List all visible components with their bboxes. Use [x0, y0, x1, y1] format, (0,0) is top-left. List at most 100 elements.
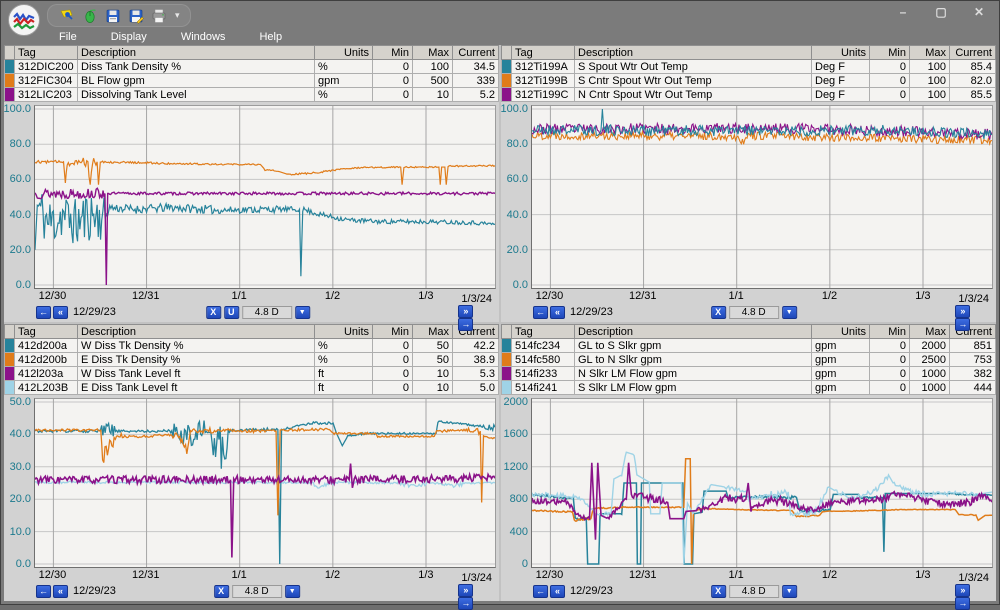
axis-x-button[interactable]: X — [214, 585, 229, 598]
column-header-description[interactable]: Description — [575, 46, 812, 60]
column-header-current[interactable]: Current — [453, 46, 499, 60]
table-row[interactable]: 312DIC200Diss Tank Density %%010034.5 — [5, 60, 499, 74]
column-header-min[interactable]: Min — [373, 325, 413, 339]
page-left-button[interactable]: « — [550, 585, 565, 598]
scroll-right-button[interactable]: → — [458, 318, 473, 331]
table-row[interactable]: 312Ti199BS Cntr Spout Wtr Out TempDeg F0… — [502, 74, 996, 88]
column-header-units[interactable]: Units — [315, 46, 373, 60]
page-left-button[interactable]: « — [550, 306, 565, 319]
table-row[interactable]: 312LIC203Dissolving Tank Level%0105.2 — [5, 88, 499, 102]
menu-item-display[interactable]: Display — [111, 31, 147, 43]
desc-cell: GL to N Slkr gpm — [575, 353, 812, 367]
x-tick-label: 12/31 — [132, 569, 160, 581]
toolbar-overflow-icon[interactable]: ▾ — [175, 10, 180, 21]
duration-dropdown-button[interactable]: ▼ — [285, 585, 300, 598]
annotate-icon[interactable] — [58, 7, 75, 24]
table-row[interactable]: 514fc234GL to S Slkr gpmgpm02000851 — [502, 339, 996, 353]
table-row[interactable]: 312Ti199CN Cntr Spout Wtr Out TempDeg F0… — [502, 88, 996, 102]
save-icon[interactable] — [104, 7, 121, 24]
duration-dropdown-button[interactable]: ▼ — [782, 585, 797, 598]
axis-x-button[interactable]: X — [711, 306, 726, 319]
table-row[interactable]: 312FIC304BL Flow gpmgpm0500339 — [5, 74, 499, 88]
start-date-label: 12/29/23 — [73, 306, 116, 318]
table-row[interactable]: 514fi233N Slkr LM Flow gpmgpm01000382 — [502, 367, 996, 381]
table-row[interactable]: 412d200aW Diss Tk Density %%05042.2 — [5, 339, 499, 353]
column-header-description[interactable]: Description — [575, 325, 812, 339]
scroll-right-button[interactable]: → — [955, 318, 970, 331]
time-controls: ←«12/29/23XU4.8 D▼1/3/24»→ — [4, 303, 499, 322]
menu-item-windows[interactable]: Windows — [181, 31, 226, 43]
x-tick-label: 1/1 — [728, 569, 743, 581]
column-header-current[interactable]: Current — [950, 46, 996, 60]
units-cell: % — [315, 353, 373, 367]
minimize-button[interactable]: – — [895, 5, 911, 19]
trend-plot[interactable] — [34, 398, 496, 568]
y-tick-label: 20.0 — [10, 244, 31, 256]
save-as-icon[interactable] — [127, 7, 144, 24]
duration-dropdown-button[interactable]: ▼ — [782, 306, 797, 319]
axis-x-button[interactable]: X — [711, 585, 726, 598]
axis-u-button[interactable]: U — [224, 306, 239, 319]
trend-plot[interactable] — [531, 105, 993, 289]
column-header-min[interactable]: Min — [870, 325, 910, 339]
page-left-button[interactable]: « — [53, 585, 68, 598]
scroll-right-button[interactable]: → — [955, 597, 970, 610]
y-tick-label: 40.0 — [10, 209, 31, 221]
min-cell: 0 — [870, 381, 910, 395]
table-row[interactable]: 312Ti199AS Spout Wtr Out TempDeg F010085… — [502, 60, 996, 74]
maximize-button[interactable]: ▢ — [933, 5, 949, 19]
page-right-button[interactable]: » — [955, 305, 970, 318]
scroll-left-button[interactable]: ← — [533, 585, 548, 598]
pointer-icon[interactable] — [81, 7, 98, 24]
column-header-tag[interactable]: Tag — [512, 46, 575, 60]
column-header-tag[interactable]: Tag — [15, 46, 78, 60]
current-cell: 5.2 — [453, 88, 499, 102]
duration-value[interactable]: 4.8 D — [729, 585, 779, 598]
page-right-button[interactable]: » — [955, 584, 970, 597]
x-tick-label: 1/1 — [231, 569, 246, 581]
scroll-left-button[interactable]: ← — [533, 306, 548, 319]
table-row[interactable]: 412L203BE Diss Tank Level ftft0105.0 — [5, 381, 499, 395]
trend-plot[interactable] — [34, 105, 496, 289]
scroll-left-button[interactable]: ← — [36, 306, 51, 319]
menu-item-file[interactable]: File — [59, 31, 77, 43]
column-header-max[interactable]: Max — [910, 46, 950, 60]
app-window: ▾ – ▢ ✕ FileDisplayWindowsHelp TagDescri… — [0, 0, 1000, 605]
axis-x-button[interactable]: X — [206, 306, 221, 319]
desc-cell: S Cntr Spout Wtr Out Temp — [575, 74, 812, 88]
duration-value[interactable]: 4.8 D — [242, 306, 292, 319]
column-header-max[interactable]: Max — [413, 46, 453, 60]
duration-dropdown-button[interactable]: ▼ — [295, 306, 310, 319]
column-header-units[interactable]: Units — [812, 46, 870, 60]
trend-plot[interactable] — [531, 398, 993, 568]
column-header-min[interactable]: Min — [870, 46, 910, 60]
page-right-button[interactable]: » — [458, 305, 473, 318]
column-header-max[interactable]: Max — [910, 325, 950, 339]
x-tick-label: 1/1 — [231, 290, 246, 302]
table-row[interactable]: 514fc580GL to N Slkr gpmgpm02500753 — [502, 353, 996, 367]
column-header-min[interactable]: Min — [373, 46, 413, 60]
duration-value[interactable]: 4.8 D — [232, 585, 282, 598]
duration-value[interactable]: 4.8 D — [729, 306, 779, 319]
y-tick-label: 40.0 — [10, 428, 31, 440]
y-tick-label: 80.0 — [507, 138, 528, 150]
tag-cell: 312LIC203 — [15, 88, 78, 102]
column-header-description[interactable]: Description — [78, 46, 315, 60]
column-header-units[interactable]: Units — [812, 325, 870, 339]
page-right-button[interactable]: » — [458, 584, 473, 597]
table-row[interactable]: 412l203aW Diss Tank Level ftft0105.3 — [5, 367, 499, 381]
table-row[interactable]: 412d200bE Diss Tk Density %%05038.9 — [5, 353, 499, 367]
scroll-right-button[interactable]: → — [458, 597, 473, 610]
column-header-tag[interactable]: Tag — [15, 325, 78, 339]
close-button[interactable]: ✕ — [971, 5, 987, 19]
print-icon[interactable] — [150, 7, 167, 24]
column-header-tag[interactable]: Tag — [512, 325, 575, 339]
min-cell: 0 — [870, 74, 910, 88]
column-header-max[interactable]: Max — [413, 325, 453, 339]
menu-item-help[interactable]: Help — [259, 31, 282, 43]
page-left-button[interactable]: « — [53, 306, 68, 319]
table-row[interactable]: 514fi241S Slkr LM Flow gpmgpm01000444 — [502, 381, 996, 395]
column-header-description[interactable]: Description — [78, 325, 315, 339]
column-header-units[interactable]: Units — [315, 325, 373, 339]
scroll-left-button[interactable]: ← — [36, 585, 51, 598]
